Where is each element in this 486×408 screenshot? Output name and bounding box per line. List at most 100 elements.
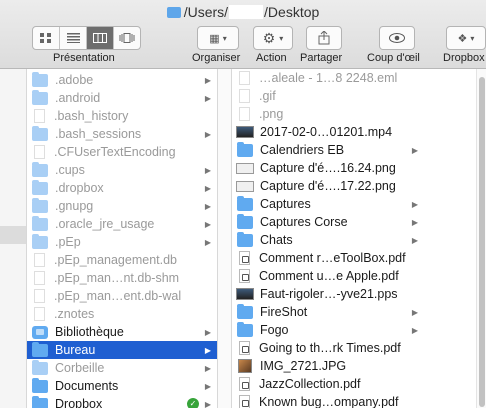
item-name: Capture d'é….16.24.png bbox=[260, 161, 396, 175]
quicklook-button[interactable] bbox=[379, 26, 415, 50]
list-item[interactable]: Capture d'é….17.22.png bbox=[232, 177, 424, 195]
media-thumbnail-icon bbox=[236, 126, 254, 138]
list-item[interactable]: .adobe ▶ bbox=[27, 71, 217, 89]
list-item[interactable]: .dropbox ▶ bbox=[27, 179, 217, 197]
item-name: Bureau bbox=[55, 343, 96, 357]
disclosure-arrow-icon: ▶ bbox=[204, 93, 212, 103]
disclosure-arrow-icon: ▶ bbox=[204, 165, 212, 175]
item-name: Bibliothèque bbox=[55, 325, 124, 339]
item-name: .pEp_man…nt.db-shm bbox=[54, 271, 180, 285]
pdf-file-icon bbox=[239, 341, 250, 355]
list-item[interactable]: Chats ▶ bbox=[232, 231, 424, 249]
home-column[interactable]: .adobe ▶ .android ▶ .bash_history .bash_sessi… bbox=[27, 69, 218, 408]
action-button[interactable]: ⚙ ▾ bbox=[253, 26, 293, 50]
dropbox-button[interactable]: ❖ ▾ bbox=[446, 26, 486, 50]
item-name: Going to th…rk Times.pdf bbox=[259, 341, 401, 355]
list-item[interactable]: Calendriers EB ▶ bbox=[232, 141, 424, 159]
list-item[interactable]: .znotes bbox=[27, 305, 217, 323]
list-item[interactable]: Captures Corse ▶ bbox=[232, 213, 424, 231]
list-item[interactable]: .gif bbox=[232, 87, 424, 105]
item-name: Dropbox bbox=[55, 397, 103, 408]
list-item[interactable]: Known bug…ompany.pdf bbox=[232, 393, 424, 408]
folder-icon bbox=[32, 377, 48, 393]
list-item[interactable]: Comment r…eToolBox.pdf bbox=[232, 249, 424, 267]
list-item[interactable]: .oracle_jre_usage ▶ bbox=[27, 215, 217, 233]
arrange-icon: ▦ bbox=[209, 32, 219, 45]
document-icon bbox=[239, 107, 250, 121]
image-file-icon bbox=[236, 180, 254, 192]
column-view-icon[interactable] bbox=[87, 27, 114, 49]
folder-icon bbox=[32, 197, 48, 213]
list-item[interactable]: Documents ▶ bbox=[27, 377, 217, 395]
vertical-scrollbar[interactable] bbox=[476, 69, 486, 408]
list-item[interactable]: IMG_2721.JPG bbox=[232, 357, 424, 375]
media-thumbnail-icon bbox=[236, 288, 254, 300]
parent-column[interactable] bbox=[0, 69, 27, 408]
window-toolbar: /Users/ /Desktop Présentation ▦ ▾ Organis… bbox=[0, 0, 486, 69]
item-name: FireShot bbox=[260, 305, 308, 319]
item-name: .android bbox=[55, 91, 101, 105]
pdf-file-icon bbox=[239, 377, 250, 391]
list-item[interactable]: .cups ▶ bbox=[27, 161, 217, 179]
list-item[interactable]: 2017-02-0…01201.mp4 bbox=[232, 123, 424, 141]
pdf-file-icon bbox=[239, 251, 250, 265]
sync-check-icon: ✓ bbox=[187, 398, 199, 408]
item-name: .CFUserTextEncoding bbox=[54, 145, 176, 159]
list-item[interactable]: Fogo ▶ bbox=[232, 321, 424, 339]
list-item[interactable]: .bash_sessions ▶ bbox=[27, 125, 217, 143]
item-name: Chats bbox=[260, 233, 293, 247]
list-item[interactable]: FireShot ▶ bbox=[232, 303, 424, 321]
list-item[interactable]: Capture d'é….16.24.png bbox=[232, 159, 424, 177]
folder-icon bbox=[32, 179, 48, 195]
list-item[interactable]: Bureau ▶ bbox=[27, 341, 217, 359]
folder-icon bbox=[237, 213, 253, 229]
list-item[interactable]: .pEp_man…ent.db-wal bbox=[27, 287, 217, 305]
document-icon bbox=[34, 307, 45, 321]
list-item[interactable]: Bibliothèque ▶ bbox=[27, 323, 217, 341]
scroll-thumb[interactable] bbox=[479, 77, 485, 407]
action-label: Action bbox=[256, 52, 287, 64]
document-icon bbox=[239, 71, 250, 85]
list-item[interactable]: Comment u…e Apple.pdf bbox=[232, 267, 424, 285]
list-item[interactable]: .pEp ▶ bbox=[27, 233, 217, 251]
item-name: .pEp bbox=[55, 235, 81, 249]
item-name: Faut-rigoler…-yve21.pps bbox=[260, 287, 398, 301]
eye-icon bbox=[389, 33, 405, 43]
list-item[interactable]: Faut-rigoler…-yve21.pps bbox=[232, 285, 424, 303]
list-item[interactable]: .pEp_management.db bbox=[27, 251, 217, 269]
list-item[interactable]: …aleale - 1…8 2248.eml bbox=[232, 69, 424, 87]
list-item[interactable]: Going to th…rk Times.pdf bbox=[232, 339, 424, 357]
document-icon bbox=[34, 271, 45, 285]
list-item[interactable]: JazzCollection.pdf bbox=[232, 375, 424, 393]
list-item[interactable]: .CFUserTextEncoding bbox=[27, 143, 217, 161]
disclosure-arrow-icon: ▶ bbox=[204, 183, 212, 193]
title-prefix: /Users/ bbox=[183, 4, 229, 20]
cover-flow-icon[interactable] bbox=[114, 27, 140, 49]
share-button[interactable] bbox=[306, 26, 342, 50]
document-icon bbox=[239, 89, 250, 103]
chevron-down-icon: ▾ bbox=[279, 33, 284, 43]
column-divider[interactable] bbox=[218, 69, 232, 408]
icon-view-icon[interactable] bbox=[33, 27, 60, 49]
disclosure-arrow-icon: ▶ bbox=[204, 219, 212, 229]
list-item[interactable]: .png bbox=[232, 105, 424, 123]
item-name: .adobe bbox=[55, 73, 94, 87]
list-item[interactable]: Corbeille ▶ bbox=[27, 359, 217, 377]
list-item[interactable]: .bash_history bbox=[27, 107, 217, 125]
item-name: Capture d'é….17.22.png bbox=[260, 179, 396, 193]
item-name: …aleale - 1…8 2248.eml bbox=[259, 71, 398, 85]
item-name: .pEp_management.db bbox=[54, 253, 178, 267]
list-item[interactable]: .pEp_man…nt.db-shm bbox=[27, 269, 217, 287]
item-name: Corbeille bbox=[55, 361, 105, 375]
list-item[interactable]: Dropbox ✓ ▶ bbox=[27, 395, 217, 408]
folder-icon bbox=[32, 89, 48, 105]
list-item[interactable]: Captures ▶ bbox=[232, 195, 424, 213]
list-item[interactable]: .gnupg ▶ bbox=[27, 197, 217, 215]
item-name: .gif bbox=[259, 89, 276, 103]
folder-icon bbox=[32, 341, 48, 357]
item-name: Comment r…eToolBox.pdf bbox=[259, 251, 406, 265]
list-item[interactable]: .android ▶ bbox=[27, 89, 217, 107]
desktop-column[interactable]: …aleale - 1…8 2248.eml .gif .png 2017-02-0…… bbox=[232, 69, 486, 408]
organiser-button[interactable]: ▦ ▾ bbox=[197, 26, 239, 50]
list-view-icon[interactable] bbox=[60, 27, 87, 49]
